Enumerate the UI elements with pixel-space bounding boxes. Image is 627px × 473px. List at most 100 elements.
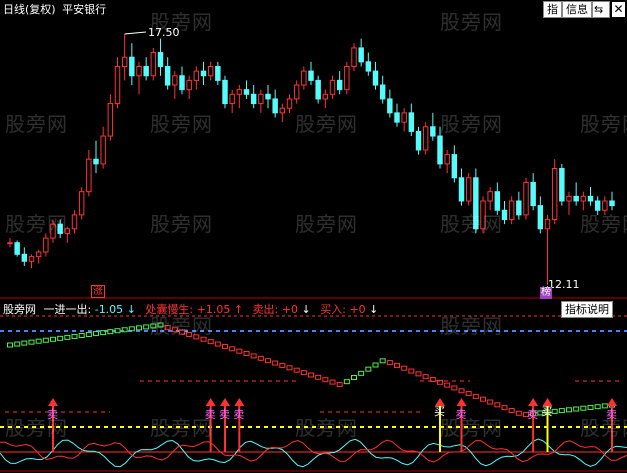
arrow-up-icon — [607, 398, 617, 406]
indicator-item-label: 一进一出: — [43, 303, 92, 316]
candle-body — [78, 191, 85, 216]
chart-stage: 卖卖卖卖卖卖卖买买 股旁网 股旁网 股旁网 股旁网 股旁网 股旁网 股旁网 股旁… — [0, 0, 627, 473]
indicator-step-block — [336, 381, 343, 387]
candle-body — [258, 93, 264, 105]
candle-body — [272, 98, 278, 114]
candle-body — [143, 65, 149, 77]
candle-body — [265, 93, 271, 100]
sell-signal-label: 卖 — [456, 408, 467, 421]
indicator-step-block — [179, 329, 185, 335]
candle-body — [537, 205, 544, 230]
candle-body — [129, 56, 135, 77]
sell-signal-label: 卖 — [606, 408, 617, 421]
indicator-step-block — [35, 338, 42, 344]
sell-signal-label: 卖 — [219, 408, 230, 421]
indicator-step-block — [551, 408, 558, 414]
indicator-step-block — [193, 334, 200, 340]
indicator-step-block — [150, 323, 157, 329]
indicator-step-block — [458, 388, 465, 394]
candle-body — [157, 52, 164, 67]
info-button[interactable]: 信息 — [562, 1, 592, 18]
sell-signal-label: 卖 — [205, 408, 216, 421]
indicator-item-label: 处囊慢生: — [145, 303, 194, 316]
candle-body — [609, 200, 615, 207]
candle-body — [28, 256, 35, 262]
switch-arrow-button[interactable]: ⇆ — [592, 1, 610, 18]
indicator-name[interactable]: 股旁网 — [3, 303, 36, 316]
indicator-step-block — [257, 355, 264, 361]
period-label[interactable]: 日线(复权) — [3, 3, 56, 16]
bottom-marker[interactable]: 榜 — [540, 287, 552, 299]
indicator-item-value: +0 — [281, 303, 298, 316]
indicator-step-block — [21, 340, 28, 346]
indicator-item: 处囊慢生: +1.05 ↑ — [145, 303, 246, 316]
indicator-step-block — [186, 332, 193, 338]
arrow-up-icon — [528, 398, 539, 406]
indicator-step-block — [566, 407, 572, 413]
candle-body — [93, 158, 99, 165]
candle-body — [559, 168, 565, 202]
indicator-step-block — [14, 341, 21, 347]
candle-body — [229, 93, 235, 105]
indicator-step-block — [379, 358, 386, 364]
close-icon[interactable]: ✕ — [612, 2, 625, 17]
rise-marker[interactable]: 涨 — [91, 285, 105, 298]
candle-body — [451, 154, 458, 179]
buy-signal-label: 买 — [542, 405, 553, 418]
indicator-step-block — [50, 336, 56, 342]
indicator-step-block — [143, 324, 150, 330]
candle-body — [86, 158, 92, 193]
indicator-step-block — [494, 402, 501, 408]
candle-body — [35, 251, 42, 258]
candle-body — [100, 135, 106, 165]
indicator-step-block — [265, 358, 271, 364]
candle-body — [551, 168, 558, 221]
indicator-step-block — [594, 404, 601, 410]
candle-body — [21, 253, 28, 262]
candle-body — [243, 89, 250, 95]
candle-body — [523, 181, 529, 216]
high-price-label: 17.50 — [148, 26, 180, 39]
candle-body — [164, 65, 171, 86]
candle-body — [372, 70, 379, 86]
candle-body — [301, 70, 307, 86]
arrow-up-icon — [456, 398, 467, 406]
candle-body — [293, 84, 300, 100]
indicator-step-block — [286, 365, 293, 371]
candle-body — [487, 191, 493, 202]
candle-body — [186, 79, 192, 91]
candle-body — [516, 200, 522, 216]
candle-body — [501, 209, 508, 221]
arrow-up-icon — [205, 398, 216, 406]
buy-signal-label: 买 — [434, 405, 445, 418]
candle-body — [594, 200, 601, 211]
arrow-up-icon — [220, 398, 230, 406]
indicator-step-block — [157, 322, 164, 328]
index-button[interactable]: 指 — [543, 1, 562, 18]
indicator-step-block — [293, 367, 300, 373]
candle-body — [422, 126, 429, 151]
candle-body — [408, 112, 415, 132]
arrow-down-icon: ↓ — [301, 303, 311, 316]
indicator-item-label: 买入: — [320, 303, 346, 316]
candle-body — [207, 65, 214, 77]
low-price-label: 12.11 — [548, 278, 580, 291]
candle-body — [286, 98, 293, 109]
indicator-step-block — [508, 407, 515, 413]
candle-body — [358, 47, 364, 63]
indicator-help-button[interactable]: 指标说明 — [561, 301, 613, 318]
indicator-step-block — [372, 362, 379, 368]
indicator-step-block — [85, 332, 92, 338]
kline-chart[interactable]: 卖卖卖卖卖卖卖买买 — [0, 0, 627, 473]
candle-body — [480, 200, 486, 230]
indicator-step-block — [250, 353, 257, 359]
candle-body — [573, 195, 579, 202]
indicator-step-block — [57, 335, 64, 341]
candle-body — [43, 237, 49, 253]
indicator-item: 买入: +0 ↓ — [320, 303, 378, 316]
indicator-step-block — [42, 337, 49, 343]
indicator-step-block — [300, 370, 307, 376]
candle-body — [344, 65, 350, 91]
indicator-step-block — [222, 343, 228, 349]
stock-name: 平安银行 — [62, 3, 107, 16]
